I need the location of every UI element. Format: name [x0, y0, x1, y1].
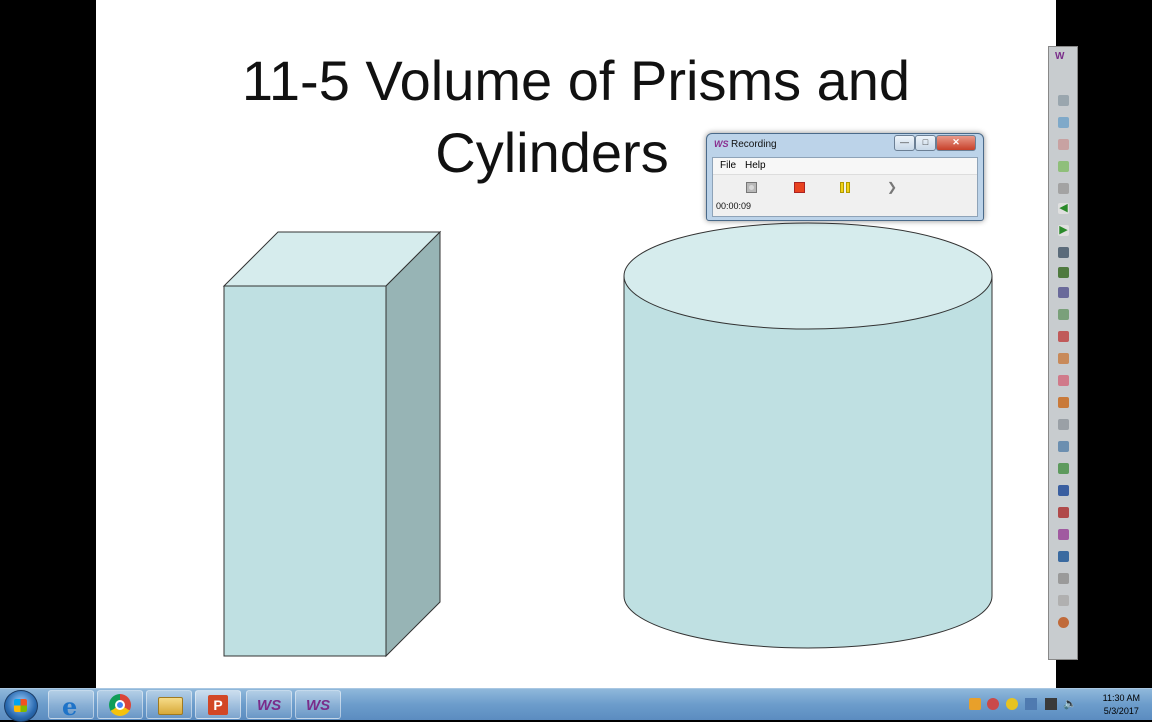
redo-icon[interactable] [1058, 551, 1069, 562]
chrome-icon-center [115, 700, 125, 710]
folder-icon [158, 697, 183, 715]
ws-icon: WS [257, 697, 282, 714]
highlighter-icon[interactable] [1058, 117, 1069, 128]
volume-icon[interactable]: 🔈 [1063, 698, 1077, 710]
paste-icon[interactable] [1058, 463, 1069, 474]
tray-java-icon[interactable] [1006, 698, 1018, 710]
ws-icon: WS [306, 697, 331, 714]
taskbar-ws-app-1[interactable]: WS [246, 690, 292, 719]
menu-file[interactable]: File [720, 160, 736, 171]
text-icon[interactable] [1058, 485, 1069, 496]
taskbar-powerpoint[interactable]: P [195, 690, 241, 719]
ruler-icon[interactable] [1058, 267, 1069, 278]
elapsed-time: 00:00:09 [716, 201, 752, 211]
pause-icon-bar [846, 182, 850, 193]
taskbar-clock[interactable]: 11:30 AM 5/3/2017 [1103, 692, 1140, 718]
pause-button[interactable] [840, 182, 851, 193]
ws-logo-icon: WS [714, 139, 729, 149]
record-button[interactable] [746, 182, 757, 193]
table-icon[interactable] [1058, 331, 1069, 342]
window-title: Recording [731, 139, 777, 150]
recording-panel: File Help ❯ 00:00:09 [712, 157, 978, 217]
protractor-icon[interactable] [1058, 287, 1069, 298]
taskbar-internet-explorer[interactable]: e [48, 690, 94, 721]
recording-window[interactable]: WS Recording — □ ✕ File Help ❯ 00:00:09 [706, 133, 984, 221]
select-icon[interactable] [1058, 139, 1069, 150]
internet-explorer-icon: e [62, 692, 78, 721]
exit-icon[interactable] [1058, 617, 1069, 628]
copy-page-icon[interactable] [1058, 595, 1069, 606]
line-icon[interactable] [1058, 247, 1069, 258]
clock-time: 11:30 AM [1102, 693, 1140, 703]
stop-button[interactable] [794, 182, 805, 193]
green-arrow-left-icon[interactable]: ◀ [1058, 203, 1069, 214]
fill-icon[interactable] [1058, 375, 1069, 386]
menu-help[interactable]: Help [745, 160, 766, 171]
pen-icon[interactable] [1058, 95, 1069, 106]
chrome-icon [109, 694, 131, 716]
clock-date: 5/3/2017 [1103, 706, 1139, 716]
cylinder [623, 222, 993, 649]
pause-icon [840, 182, 844, 193]
toolbar-logo: W [1055, 51, 1065, 62]
taskbar-ws-app-2[interactable]: WS [295, 690, 341, 719]
minimize-button[interactable]: — [894, 135, 915, 151]
slide-shapes [222, 222, 993, 658]
tray-network-icon[interactable] [987, 698, 999, 710]
next-button[interactable]: ❯ [887, 180, 898, 194]
tray-sync-icon[interactable] [1025, 698, 1037, 710]
shape-icon[interactable] [1058, 183, 1069, 194]
maximize-button[interactable]: □ [915, 135, 936, 151]
taskbar: e P WS WS 🔈 11:30 AM 5/3/2017 [0, 688, 1152, 722]
delete-icon[interactable] [1058, 507, 1069, 518]
powerpoint-icon: P [208, 695, 228, 715]
green-arrow-right-icon[interactable]: ▶ [1058, 225, 1069, 236]
start-button[interactable] [4, 690, 38, 722]
copy-icon[interactable] [1058, 441, 1069, 452]
windows-logo-icon [14, 699, 27, 712]
rectangular-prism [222, 230, 442, 658]
prism-front-face [223, 285, 387, 657]
chevron-right-icon: ❯ [887, 180, 898, 194]
recording-titlebar[interactable]: WS Recording — □ ✕ [707, 134, 983, 156]
page-icon[interactable] [1058, 419, 1069, 430]
cylinder-top [623, 222, 993, 330]
eraser-icon[interactable] [1058, 161, 1069, 172]
tray-display-icon[interactable] [1045, 698, 1057, 710]
prism-side-face [385, 230, 441, 658]
settings-icon[interactable] [1058, 573, 1069, 584]
tray-shield-icon[interactable] [969, 698, 981, 710]
cylinder-body [623, 276, 993, 649]
chart-icon[interactable] [1058, 353, 1069, 364]
undo-icon[interactable] [1058, 529, 1069, 540]
taskbar-chrome[interactable] [97, 690, 143, 719]
image-icon[interactable] [1058, 397, 1069, 408]
right-toolbar: W ◀ ▶ [1048, 46, 1078, 660]
record-icon [749, 185, 754, 190]
taskbar-file-explorer[interactable] [146, 690, 192, 719]
menu-bar: File Help [713, 158, 977, 175]
grid-icon[interactable] [1058, 309, 1069, 320]
close-button[interactable]: ✕ [936, 135, 976, 151]
